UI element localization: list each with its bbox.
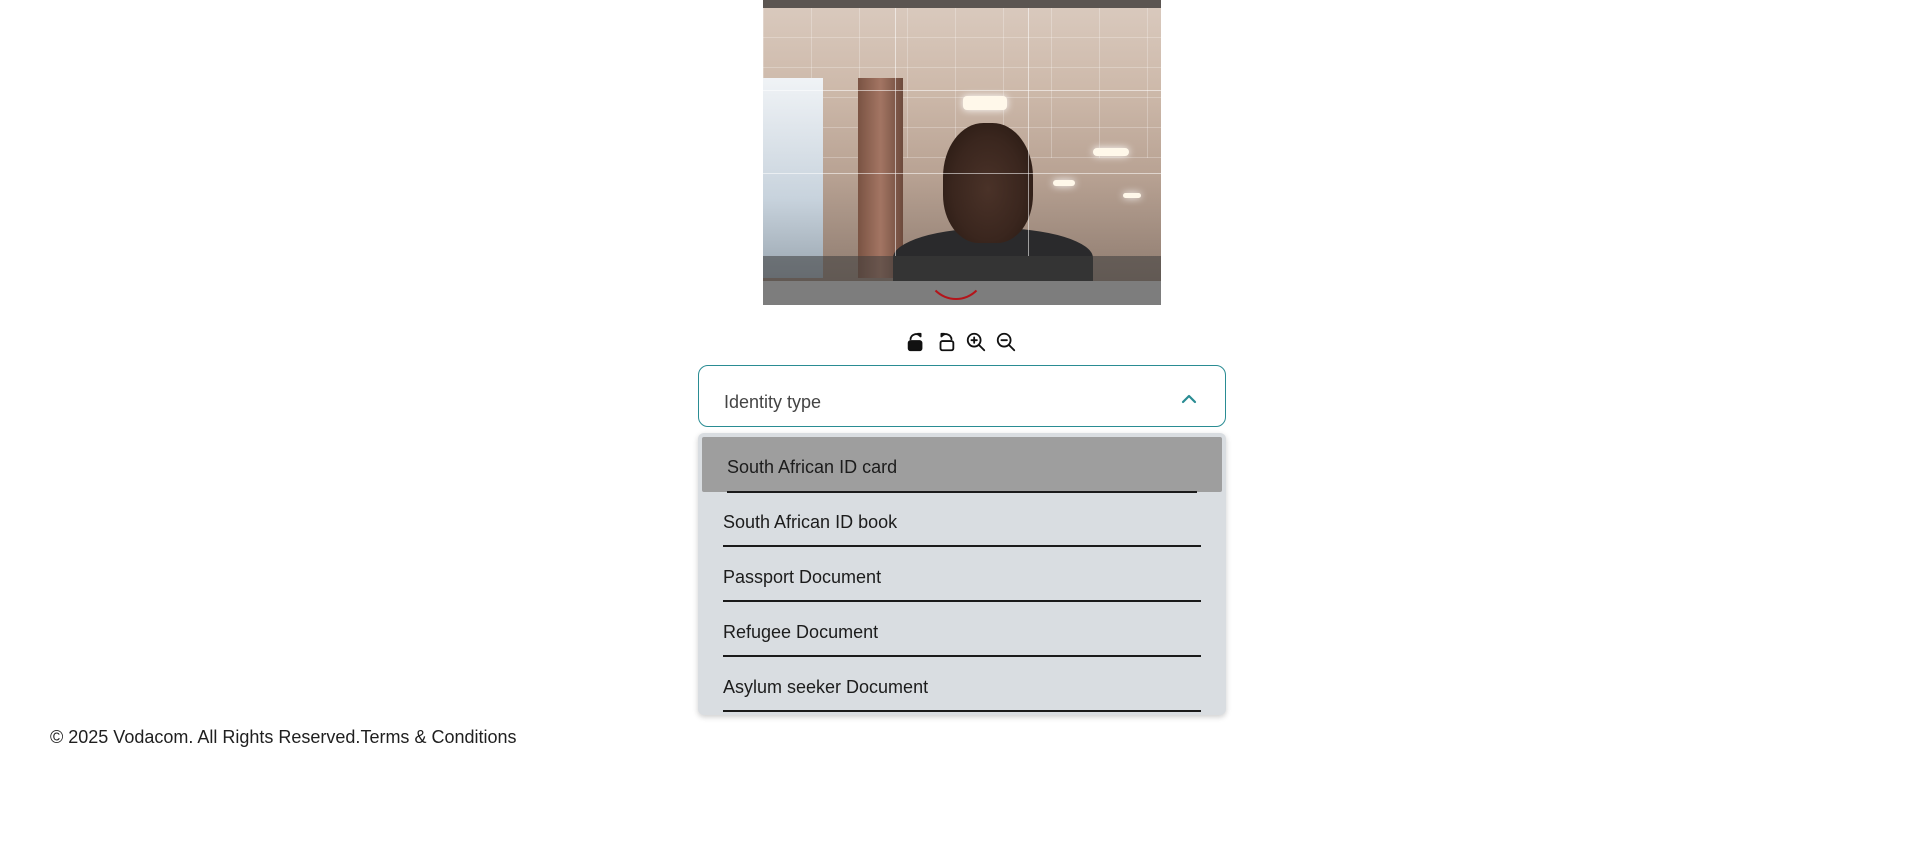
option-sa-id-card[interactable]: South African ID card	[702, 437, 1222, 493]
copyright-text: © 2025 Vodacom. All Rights Reserved.	[50, 727, 361, 747]
identity-type-dropdown: South African ID card South African ID b…	[698, 433, 1226, 715]
option-passport[interactable]: Passport Document	[698, 547, 1226, 602]
image-toolbar	[904, 330, 1018, 354]
camera-preview	[763, 0, 1161, 305]
terms-link[interactable]: Terms & Conditions	[360, 727, 516, 747]
option-sa-id-book[interactable]: South African ID book	[698, 492, 1226, 547]
identity-type-select[interactable]: Identity type	[698, 365, 1226, 427]
zoom-in-icon[interactable]	[964, 330, 988, 354]
chevron-up-icon	[1181, 394, 1197, 404]
zoom-out-icon[interactable]	[994, 330, 1018, 354]
footer: © 2025 Vodacom. All Rights Reserved.Term…	[50, 727, 517, 748]
page: Identity type South African ID card Sout…	[0, 0, 1920, 847]
option-divider	[723, 710, 1201, 712]
capture-indicator[interactable]	[926, 240, 986, 300]
option-asylum-seeker[interactable]: Asylum seeker Document	[698, 657, 1226, 712]
person-face	[943, 123, 1033, 243]
option-refugee[interactable]: Refugee Document	[698, 602, 1226, 657]
rotate-right-icon[interactable]	[904, 330, 928, 354]
rotate-left-icon[interactable]	[934, 330, 958, 354]
camera-top-bar	[763, 0, 1161, 8]
identity-type-label: Identity type	[724, 392, 822, 412]
